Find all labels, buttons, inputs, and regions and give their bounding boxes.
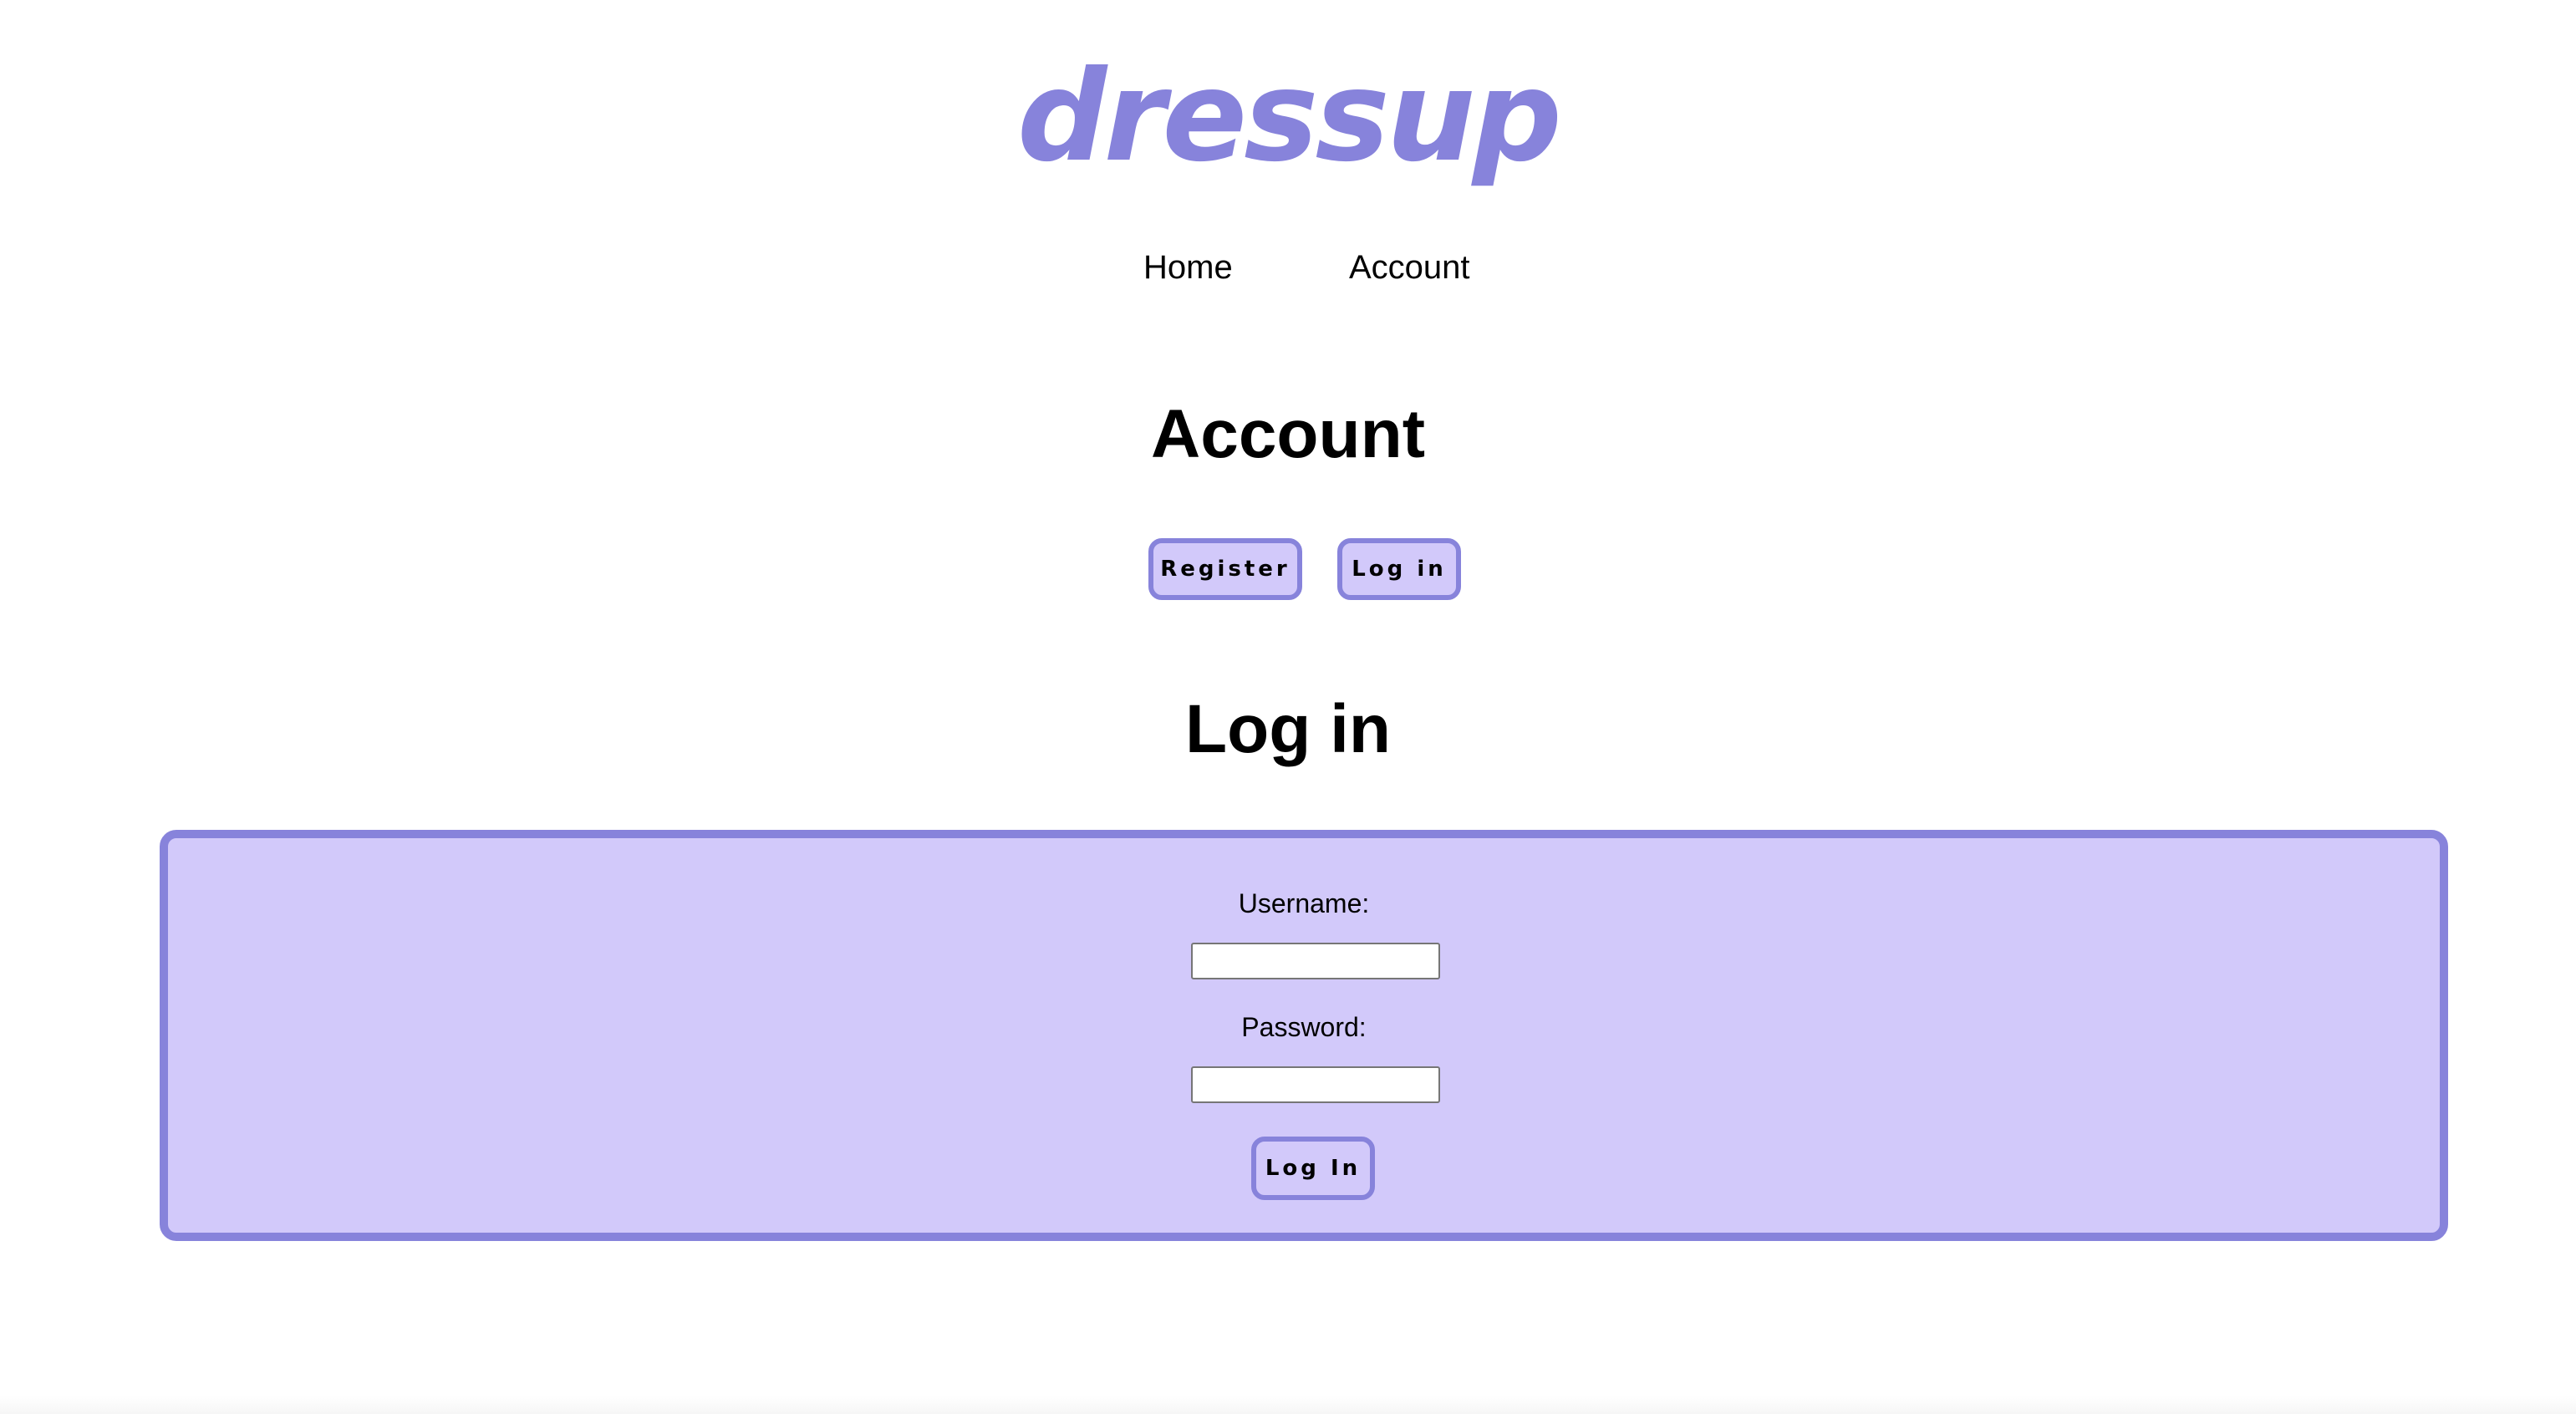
register-button[interactable]: Register <box>1148 538 1302 600</box>
password-input[interactable] <box>1191 1066 1440 1103</box>
nav-link-account[interactable]: Account <box>1349 242 1470 292</box>
nav-link-home[interactable]: Home <box>1143 242 1233 292</box>
bottom-edge-shadow <box>0 1396 2576 1414</box>
account-heading: Account <box>1151 396 1425 472</box>
site-logo[interactable]: dressup <box>0 42 2576 192</box>
login-tab-button[interactable]: Log in <box>1337 538 1461 600</box>
password-label: Password: <box>1241 1012 1367 1042</box>
main-nav: Home Account <box>0 242 2576 292</box>
page: dressup Home Account Account Register Lo… <box>0 0 2576 1414</box>
login-submit-button[interactable]: Log In <box>1251 1137 1375 1200</box>
login-heading: Log in <box>1185 691 1391 767</box>
login-form: Username: Password: Log In <box>160 830 2448 1241</box>
username-input[interactable] <box>1191 943 1440 979</box>
username-label: Username: <box>1238 888 1370 918</box>
